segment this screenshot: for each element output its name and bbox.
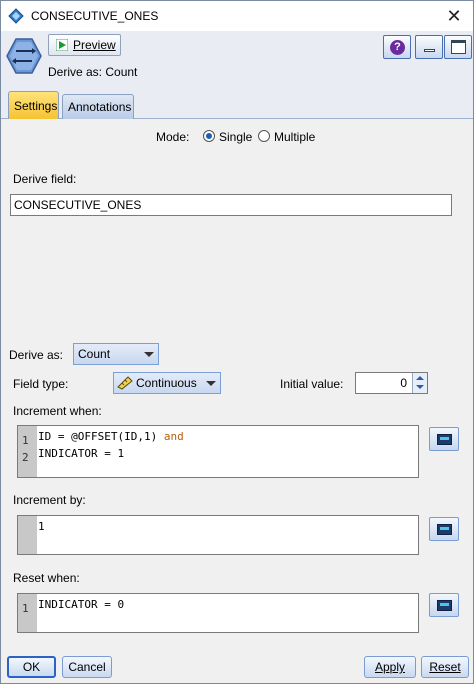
- derive-node-icon: [6, 38, 42, 74]
- stepper-buttons[interactable]: [412, 373, 427, 393]
- code-line: INDICATOR = 0: [38, 598, 125, 611]
- play-icon: [56, 39, 68, 51]
- derive-field-label: Derive field:: [13, 172, 77, 186]
- increment-by-expression-button[interactable]: [429, 517, 459, 541]
- mode-label: Mode:: [156, 130, 190, 144]
- title-bar[interactable]: CONSECUTIVE_ONES ✕: [1, 1, 473, 31]
- increment-when-editor[interactable]: 1 2 ID = @OFFSET(ID,1) and INDICATOR = 1: [17, 425, 419, 478]
- mode-multiple-label: Multiple: [274, 130, 316, 144]
- stepper-up-icon[interactable]: [416, 376, 424, 380]
- reset-when-editor[interactable]: 1 INDICATOR = 0: [17, 593, 419, 633]
- apply-label: Apply: [374, 660, 406, 674]
- line-number: 1: [22, 602, 29, 615]
- expression-builder-icon: [437, 600, 452, 611]
- derive-dialog: CONSECUTIVE_ONES ✕ Preview Derive as: Co…: [0, 0, 474, 684]
- expression-builder-icon: [437, 524, 452, 535]
- increment-by-editor[interactable]: 1: [17, 515, 419, 555]
- code-line: ID = @OFFSET(ID,1) and: [38, 430, 184, 443]
- field-type-select[interactable]: Continuous: [113, 372, 221, 394]
- initial-value-value: 0: [400, 376, 407, 390]
- field-type-label: Field type:: [13, 377, 69, 391]
- initial-value-label: Initial value:: [280, 377, 344, 391]
- increment-when-label: Increment when:: [13, 404, 102, 418]
- derive-subtitle: Derive as: Count: [48, 65, 138, 79]
- derive-as-value: Count: [78, 347, 111, 361]
- tab-bar: Settings Annotations: [1, 91, 473, 120]
- preview-label: Preview: [73, 38, 116, 52]
- reset-when-expression-button[interactable]: [429, 593, 459, 617]
- mode-single-label: Single: [219, 130, 253, 144]
- maximize-icon: [451, 40, 466, 54]
- derive-as-select[interactable]: Count: [73, 343, 159, 365]
- line-number-gutter: 1 2: [18, 426, 37, 477]
- stepper-down-icon[interactable]: [416, 385, 424, 389]
- cancel-button[interactable]: Cancel: [62, 656, 112, 678]
- expression-builder-icon: [437, 434, 452, 445]
- maximize-button[interactable]: [444, 35, 472, 59]
- chevron-down-icon: [206, 381, 216, 386]
- ruler-icon: [117, 376, 133, 390]
- increment-when-expression-button[interactable]: [429, 427, 459, 451]
- ok-button[interactable]: OK: [7, 656, 56, 678]
- minimize-icon: [424, 49, 435, 52]
- mode-single-radio[interactable]: [203, 130, 215, 142]
- derive-field-input[interactable]: CONSECUTIVE_ONES: [10, 194, 452, 216]
- reset-button[interactable]: Reset: [421, 656, 469, 678]
- line-number-gutter: [18, 516, 37, 554]
- app-diamond-icon: [8, 8, 24, 24]
- close-icon[interactable]: ✕: [441, 4, 467, 28]
- dialog-header: Preview Derive as: Count ?: [1, 31, 473, 91]
- initial-value-stepper[interactable]: 0: [355, 372, 428, 394]
- dialog-footer: OK Cancel Apply Reset: [1, 649, 473, 683]
- line-number: 1: [22, 434, 29, 447]
- line-number-gutter: 1: [18, 594, 37, 632]
- window-title: CONSECUTIVE_ONES: [31, 9, 159, 23]
- code-line: 1: [38, 520, 45, 533]
- minimize-button[interactable]: [415, 35, 443, 59]
- code-keyword: and: [163, 430, 184, 443]
- derive-as-label: Derive as:: [9, 348, 64, 362]
- help-button[interactable]: ?: [383, 35, 411, 59]
- code-line: INDICATOR = 1: [38, 447, 125, 460]
- increment-by-label: Increment by:: [13, 493, 86, 507]
- tab-settings[interactable]: Settings: [8, 91, 59, 120]
- line-number: 2: [22, 451, 29, 464]
- reset-label: Reset: [429, 660, 461, 674]
- reset-when-label: Reset when:: [13, 571, 80, 585]
- mode-multiple-radio[interactable]: [258, 130, 270, 142]
- settings-panel: Mode: Single Multiple Derive field: CONS…: [1, 119, 473, 649]
- preview-button[interactable]: Preview: [48, 34, 121, 56]
- help-icon: ?: [390, 40, 405, 55]
- tab-annotations[interactable]: Annotations: [62, 94, 134, 120]
- chevron-down-icon: [144, 352, 154, 357]
- field-type-value: Continuous: [136, 376, 197, 390]
- apply-button[interactable]: Apply: [364, 656, 416, 678]
